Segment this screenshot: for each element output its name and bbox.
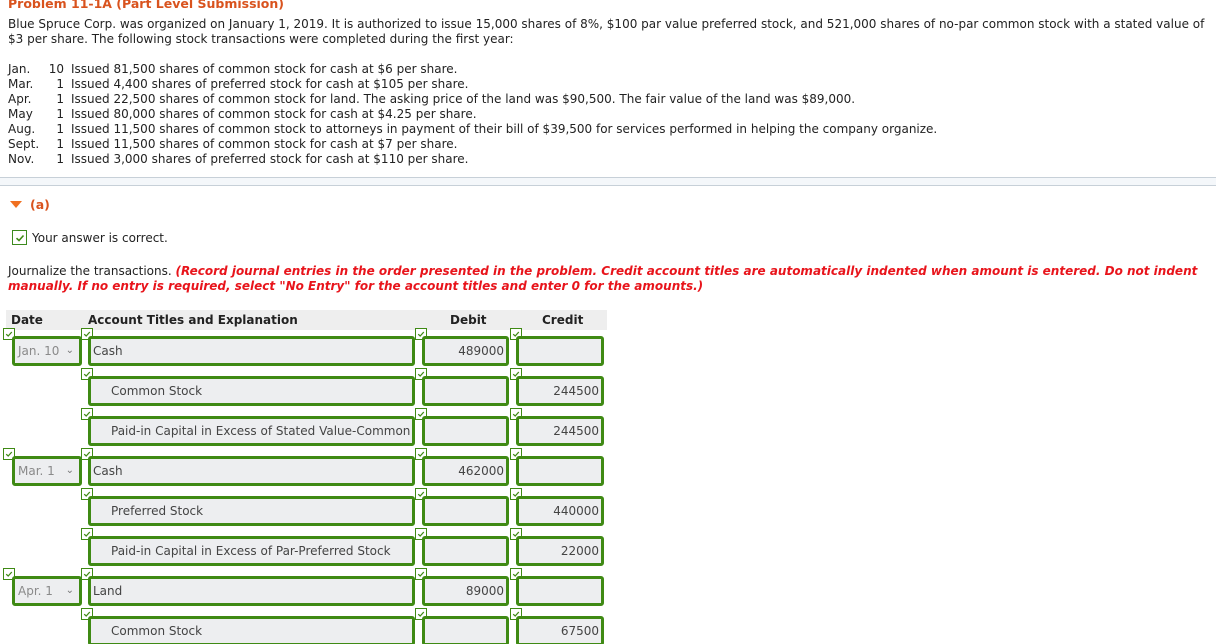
transaction-item: Sept. 1 Issued 11,500 shares of common sto… bbox=[8, 137, 458, 151]
account-title-input[interactable]: Preferred Stock bbox=[88, 496, 415, 526]
debit-input[interactable] bbox=[422, 536, 509, 566]
account-title-input[interactable]: Paid-in Capital in Excess of Par-Preferr… bbox=[88, 536, 415, 566]
credit-input[interactable]: 244500 bbox=[516, 416, 604, 446]
collapse-triangle-icon bbox=[10, 201, 22, 208]
problem-description: Blue Spruce Corp. was organized on Janua… bbox=[8, 17, 1205, 46]
credit-input[interactable]: 67500 bbox=[516, 616, 604, 644]
journal-row: Apr. 1 ⌄ Land 89000 bbox=[0, 568, 620, 608]
instructions-note: (Record journal entries in the order pre… bbox=[8, 264, 1198, 293]
date-select[interactable]: Mar. 1 ⌄ bbox=[12, 456, 82, 486]
account-title-input[interactable]: Land bbox=[88, 576, 415, 606]
debit-input[interactable] bbox=[422, 616, 509, 644]
part-a-toggle[interactable]: (a) bbox=[10, 197, 50, 212]
credit-input[interactable] bbox=[516, 336, 604, 366]
transaction-item: May 1 Issued 80,000 shares of common stock… bbox=[8, 107, 477, 121]
date-select[interactable]: Apr. 1 ⌄ bbox=[12, 576, 82, 606]
status-text: Your answer is correct. bbox=[32, 230, 168, 245]
journal-row: Preferred Stock 440000 bbox=[0, 488, 620, 528]
journal-row: Common Stock 244500 bbox=[0, 368, 620, 408]
account-title-input[interactable]: Common Stock bbox=[88, 376, 415, 406]
transaction-item: Jan. 10 Issued 81,500 shares of common sto… bbox=[8, 62, 458, 76]
debit-input[interactable] bbox=[422, 376, 509, 406]
credit-input[interactable] bbox=[516, 456, 604, 486]
credit-input[interactable]: 22000 bbox=[516, 536, 604, 566]
debit-input[interactable]: 462000 bbox=[422, 456, 509, 486]
debit-input[interactable]: 489000 bbox=[422, 336, 509, 366]
transaction-item: Aug. 1 Issued 11,500 shares of common stoc… bbox=[8, 122, 938, 136]
journal-row: Jan. 10 ⌄ Cash 489000 bbox=[0, 328, 620, 368]
header-date: Date bbox=[11, 313, 43, 327]
part-label: (a) bbox=[30, 197, 50, 212]
journal-row: Paid-in Capital in Excess of Par-Preferr… bbox=[0, 528, 620, 568]
chevron-down-icon: ⌄ bbox=[65, 465, 74, 476]
journal-row: Common Stock 67500 bbox=[0, 608, 620, 644]
header-credit: Credit bbox=[542, 313, 584, 327]
journal-row: Mar. 1 ⌄ Cash 462000 bbox=[0, 448, 620, 488]
account-title-input[interactable]: Cash bbox=[88, 336, 415, 366]
account-title-input[interactable]: Common Stock bbox=[88, 616, 415, 644]
answer-status: Your answer is correct. bbox=[12, 230, 168, 245]
journal-row: Paid-in Capital in Excess of Stated Valu… bbox=[0, 408, 620, 448]
header-debit: Debit bbox=[450, 313, 487, 327]
account-title-input[interactable]: Paid-in Capital in Excess of Stated Valu… bbox=[88, 416, 415, 446]
checkmark-icon bbox=[12, 230, 27, 245]
header-account: Account Titles and Explanation bbox=[88, 313, 298, 327]
credit-input[interactable]: 440000 bbox=[516, 496, 604, 526]
transaction-item: Mar. 1 Issued 4,400 shares of preferred st… bbox=[8, 77, 469, 91]
credit-input[interactable]: 244500 bbox=[516, 376, 604, 406]
chevron-down-icon: ⌄ bbox=[65, 345, 74, 356]
transaction-item: Nov. 1 Issued 3,000 shares of preferred st… bbox=[8, 152, 469, 166]
debit-input[interactable]: 89000 bbox=[422, 576, 509, 606]
transaction-item: Apr. 1 Issued 22,500 shares of common stoc… bbox=[8, 92, 856, 106]
transaction-list: Jan. 10 Issued 81,500 shares of common sto… bbox=[8, 62, 937, 167]
debit-input[interactable] bbox=[422, 416, 509, 446]
journal-header: Date Account Titles and Explanation Debi… bbox=[6, 310, 607, 330]
credit-input[interactable] bbox=[516, 576, 604, 606]
account-title-input[interactable]: Cash bbox=[88, 456, 415, 486]
section-divider bbox=[0, 177, 1216, 186]
date-select[interactable]: Jan. 10 ⌄ bbox=[12, 336, 82, 366]
problem-title: Problem 11-1A (Part Level Submission) bbox=[8, 0, 285, 11]
chevron-down-icon: ⌄ bbox=[65, 585, 74, 596]
debit-input[interactable] bbox=[422, 496, 509, 526]
instructions: Journalize the transactions. (Record jou… bbox=[8, 264, 1198, 293]
